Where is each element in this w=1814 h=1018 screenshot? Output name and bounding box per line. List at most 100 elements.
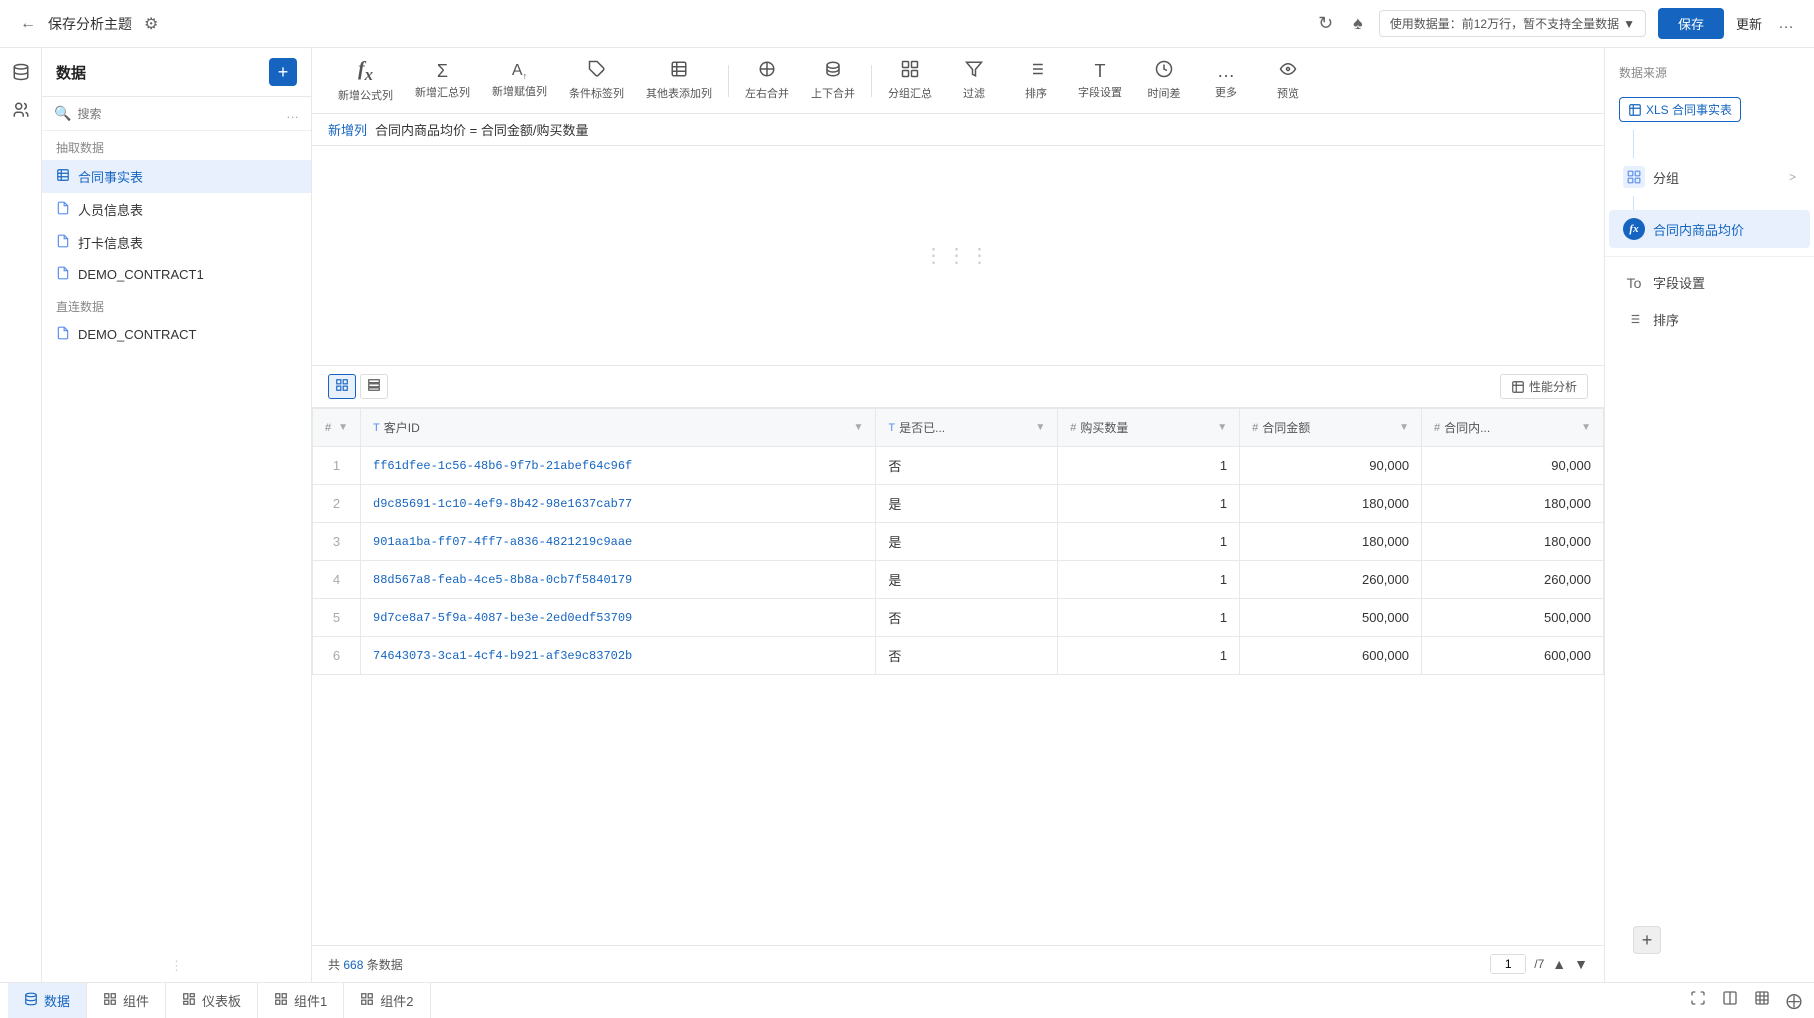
search-input[interactable] xyxy=(77,107,280,121)
fullscreen-button[interactable]: ⨁ xyxy=(1782,987,1806,1015)
cell-num: 6 xyxy=(313,637,361,675)
page-input[interactable] xyxy=(1490,954,1526,974)
tab-component1[interactable]: 组件1 xyxy=(258,983,344,1018)
refresh-icon[interactable]: ↻ xyxy=(1314,9,1337,38)
add-field-button[interactable]: + xyxy=(1633,926,1661,954)
file-icon xyxy=(56,266,70,283)
split-view-button[interactable] xyxy=(1718,986,1742,1015)
cell-purchase-qty: 1 xyxy=(1058,523,1240,561)
tree-item-demo1[interactable]: DEMO_CONTRACT1 xyxy=(42,259,311,290)
toolbar-condition-tag[interactable]: 条件标签列 xyxy=(559,56,634,105)
tab-data-icon xyxy=(24,992,38,1009)
cell-num: 5 xyxy=(313,599,361,637)
toolbar-lr-merge[interactable]: 左右合并 xyxy=(735,56,799,105)
col-avg-sort-icon[interactable]: ▼ xyxy=(1581,422,1591,433)
tree-item-demo-contract[interactable]: DEMO_CONTRACT xyxy=(42,319,311,350)
cell-contract-avg: 90,000 xyxy=(1422,447,1604,485)
toolbar-field-set[interactable]: T 字段设置 xyxy=(1068,57,1132,104)
tab-component2[interactable]: 组件2 xyxy=(344,983,430,1018)
col-purchase-type-icon: # xyxy=(1070,422,1076,434)
toolbar-add-table[interactable]: 其他表添加列 xyxy=(636,56,722,105)
col-purchase-sort-icon[interactable]: ▼ xyxy=(1217,422,1227,433)
tab-component[interactable]: 组件 xyxy=(87,983,166,1018)
tree-item-checkin[interactable]: 打卡信息表 xyxy=(42,226,311,259)
back-icon[interactable]: ← xyxy=(16,11,40,37)
flow-icon[interactable]: ♠ xyxy=(1349,9,1367,38)
update-button[interactable]: 更新 xyxy=(1736,14,1762,33)
right-item-formula[interactable]: fx 合同内商品均价 xyxy=(1609,210,1810,248)
col-customer-sort-icon[interactable]: ▼ xyxy=(853,422,863,433)
toolbar-formula-col-label: 新增公式列 xyxy=(338,87,393,103)
settings-icon[interactable]: ⚙ xyxy=(140,10,162,38)
tree-item-personnel[interactable]: 人员信息表 xyxy=(42,193,311,226)
field-setting-label: 字段设置 xyxy=(1653,273,1705,292)
toolbar-sort[interactable]: 排序 xyxy=(1006,56,1066,105)
file-icon xyxy=(56,234,70,251)
col-contract-amount: # 合同金额 ▼ xyxy=(1240,409,1422,447)
cell-customer-id: 74643073-3ca1-4cf4-b921-af3e9c83702b xyxy=(361,637,876,675)
list-view-button[interactable] xyxy=(360,374,388,399)
tree-item-label: 合同事实表 xyxy=(78,167,143,186)
bottom-tab-end: ⨁ xyxy=(1686,986,1806,1015)
tab-data[interactable]: 数据 xyxy=(8,983,87,1018)
more-search-icon[interactable]: … xyxy=(286,106,299,121)
grid-view-button[interactable] xyxy=(328,374,356,399)
cell-purchase-qty: 1 xyxy=(1058,561,1240,599)
header-right: ↻ ♠ 使用数据量：前12万行，暂不支持全量数据 ▼ 保存 更新 … xyxy=(1314,8,1798,39)
right-item-sort[interactable]: 排序 ↗ xyxy=(1609,300,1810,338)
tree-item-contract-fact[interactable]: 合同事实表 xyxy=(42,160,311,193)
toolbar-sum-col[interactable]: Σ 新增汇总列 xyxy=(405,57,480,104)
sort-icon[interactable]: ▼ xyxy=(338,422,348,433)
toolbar-more[interactable]: … 更多 xyxy=(1196,57,1256,104)
prev-page-button[interactable]: ▲ xyxy=(1552,956,1566,972)
header-left: ← 保存分析主题 ⚙ xyxy=(16,10,162,38)
toolbar-more-label: 更多 xyxy=(1215,84,1237,100)
expand-table-button[interactable] xyxy=(1686,986,1710,1015)
cell-contract-amount: 180,000 xyxy=(1240,485,1422,523)
col-avg-type-icon: # xyxy=(1434,422,1440,434)
source-tag[interactable]: XLS 合同事实表 xyxy=(1619,97,1741,122)
toolbar-tb-merge-label: 上下合并 xyxy=(811,85,855,101)
toolbar-assign-col[interactable]: A↑ 新增赋值列 xyxy=(482,58,557,103)
sidebar-icon-users[interactable] xyxy=(5,94,37,126)
next-page-button[interactable]: ▼ xyxy=(1574,956,1588,972)
toolbar-tb-merge[interactable]: 上下合并 xyxy=(801,56,865,105)
tab-dashboard[interactable]: 仪表板 xyxy=(166,983,258,1018)
formula-item-icon: fx xyxy=(1623,218,1645,240)
table-area: # ▼ T 客户ID ▼ xyxy=(312,408,1604,945)
toolbar-add-table-label: 其他表添加列 xyxy=(646,85,712,101)
more-tools-icon: … xyxy=(1217,61,1235,82)
toolbar-formula-col[interactable]: fx 新增公式列 xyxy=(328,54,403,107)
col-is-yes-sort-icon[interactable]: ▼ xyxy=(1035,422,1045,433)
cell-customer-id: 9d7ce8a7-5f9a-4087-be3e-2ed0edf53709 xyxy=(361,599,876,637)
cell-contract-avg: 600,000 xyxy=(1422,637,1604,675)
cell-contract-amount: 500,000 xyxy=(1240,599,1422,637)
sidebar-icon-data[interactable] xyxy=(5,56,37,88)
right-item-group[interactable]: 分组 > xyxy=(1609,158,1810,196)
right-item-field-setting[interactable]: To 字段设置 xyxy=(1609,265,1810,300)
toolbar-filter[interactable]: 过滤 xyxy=(944,56,1004,105)
grid-view-end-button[interactable] xyxy=(1750,986,1774,1015)
tab-component1-icon xyxy=(274,992,288,1009)
top-header: ← 保存分析主题 ⚙ ↻ ♠ 使用数据量：前12万行，暂不支持全量数据 ▼ 保存… xyxy=(0,0,1814,48)
toolbar-time-diff[interactable]: 时间差 xyxy=(1134,56,1194,105)
drag-handle[interactable]: ⋮ xyxy=(42,950,311,982)
col-amount-sort-icon[interactable]: ▼ xyxy=(1399,422,1409,433)
col-customer-type-icon: T xyxy=(373,422,380,434)
more-icon[interactable]: … xyxy=(1774,11,1798,37)
perf-analysis-button[interactable]: 性能分析 xyxy=(1500,374,1588,399)
toolbar-group-sum[interactable]: 分组汇总 xyxy=(878,56,942,105)
save-button[interactable]: 保存 xyxy=(1658,8,1724,39)
toolbar-preview[interactable]: 预览 xyxy=(1258,56,1318,105)
lr-merge-icon xyxy=(758,60,776,83)
tree-item-label: 人员信息表 xyxy=(78,200,143,219)
sort-item-label: 排序 xyxy=(1653,310,1679,329)
toolbar-time-diff-label: 时间差 xyxy=(1148,85,1181,101)
col-customer-id: T 客户ID ▼ xyxy=(361,409,876,447)
cell-contract-amount: 600,000 xyxy=(1240,637,1422,675)
table-view-buttons xyxy=(328,374,388,399)
add-data-button[interactable]: + xyxy=(269,58,297,86)
data-usage-button[interactable]: 使用数据量：前12万行，暂不支持全量数据 ▼ xyxy=(1379,10,1646,37)
col-is-yes: T 是否已... ▼ xyxy=(876,409,1058,447)
cell-customer-id: d9c85691-1c10-4ef9-8b42-98e1637cab77 xyxy=(361,485,876,523)
